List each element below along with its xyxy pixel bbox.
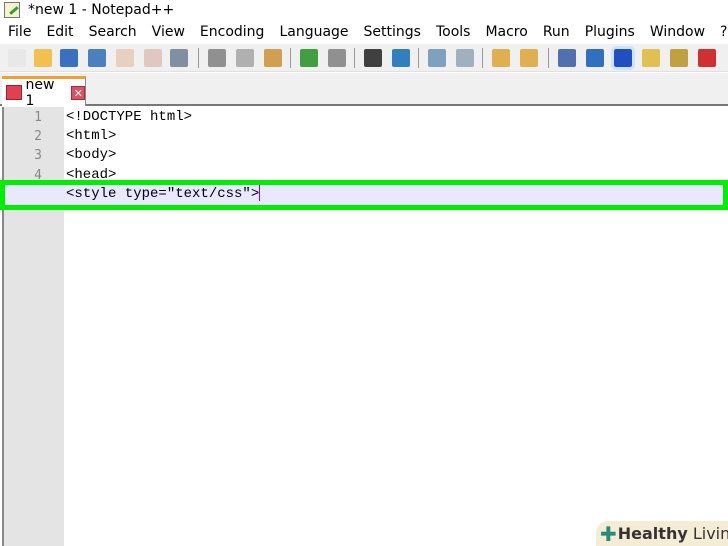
menu-language[interactable]: Language — [271, 21, 355, 43]
code-line[interactable]: <!DOCTYPE html> — [66, 108, 192, 127]
save-all-icon[interactable] — [88, 49, 106, 67]
line-number-gutter: 12345 — [4, 107, 64, 546]
menu-search[interactable]: Search — [81, 21, 144, 43]
line-number: 1 — [34, 110, 42, 125]
sync-vertical-icon[interactable] — [492, 49, 510, 67]
find-icon[interactable] — [364, 49, 382, 67]
close-tab-icon[interactable]: ✕ — [71, 85, 85, 100]
line-number: 3 — [34, 148, 42, 163]
code-text: <html> — [66, 128, 117, 144]
toolbar-separator — [290, 48, 291, 68]
line-number: 2 — [34, 129, 42, 144]
tab-bar: new 1 ✕ — [0, 73, 728, 109]
title-bar: *new 1 - Notepad++ — [0, 0, 728, 20]
menu-view[interactable]: View — [144, 21, 192, 43]
show-all-chars-icon[interactable] — [586, 49, 604, 67]
zoom-out-icon[interactable] — [456, 49, 474, 67]
cut-icon[interactable] — [208, 49, 226, 67]
zoom-in-icon[interactable] — [428, 49, 446, 67]
paste-icon[interactable] — [264, 49, 282, 67]
highlight-box — [0, 180, 728, 210]
editor[interactable]: 12345 <!DOCTYPE html><html><body><head><… — [2, 107, 728, 546]
notepad-app-icon — [4, 2, 20, 18]
menu-plugins[interactable]: Plugins — [577, 21, 642, 43]
sync-horizontal-icon[interactable] — [520, 49, 538, 67]
code-text: <body> — [66, 147, 117, 163]
toolbar — [0, 44, 728, 72]
toolbar-separator — [418, 48, 419, 68]
code-line[interactable]: <html> — [66, 127, 116, 146]
menu-macro[interactable]: Macro — [477, 21, 534, 43]
watermark-bold: Healthy — [617, 524, 688, 543]
indent-guide-icon[interactable] — [611, 46, 635, 70]
toolbar-separator — [198, 48, 199, 68]
redo-icon[interactable] — [328, 49, 346, 67]
tab-new-1[interactable]: new 1 ✕ — [2, 76, 86, 109]
function-list-icon[interactable] — [698, 49, 716, 67]
watermark-text: Living — [692, 524, 728, 543]
new-file-icon[interactable] — [8, 49, 26, 67]
menu-window[interactable]: Window — [642, 21, 712, 43]
save-icon[interactable] — [60, 49, 78, 67]
menu-file[interactable]: File — [0, 21, 38, 43]
watermark-logo: ✚ Healthy Living — [596, 521, 728, 546]
menu-edit[interactable]: Edit — [38, 21, 80, 43]
udl-icon[interactable] — [642, 49, 660, 67]
close-icon[interactable] — [116, 49, 134, 67]
doc-map-icon[interactable] — [670, 49, 688, 67]
menu-encoding[interactable]: Encoding — [192, 21, 272, 43]
toolbar-separator — [482, 48, 483, 68]
open-file-icon[interactable] — [34, 49, 52, 67]
toolbar-separator — [548, 48, 549, 68]
menu-settings[interactable]: Settings — [356, 21, 428, 43]
close-all-icon[interactable] — [144, 49, 162, 67]
code-text: <!DOCTYPE html> — [66, 109, 193, 125]
cross-logo-icon: ✚ — [600, 521, 617, 546]
window-title: *new 1 - Notepad++ — [28, 2, 175, 18]
tab-label: new 1 — [25, 76, 55, 109]
menu-run[interactable]: Run — [535, 21, 577, 43]
replace-icon[interactable] — [392, 49, 410, 67]
menu-bar: File Edit Search View Encoding Language Settin… — [0, 21, 728, 43]
word-wrap-icon[interactable] — [558, 49, 576, 67]
menu-help[interactable]: ? — [712, 21, 728, 43]
undo-icon[interactable] — [300, 49, 318, 67]
print-icon[interactable] — [170, 49, 188, 67]
code-line[interactable]: <body> — [66, 146, 116, 165]
menu-tools[interactable]: Tools — [428, 21, 478, 43]
copy-icon[interactable] — [236, 49, 254, 67]
unsaved-file-icon — [6, 85, 22, 100]
toolbar-separator — [354, 48, 355, 68]
